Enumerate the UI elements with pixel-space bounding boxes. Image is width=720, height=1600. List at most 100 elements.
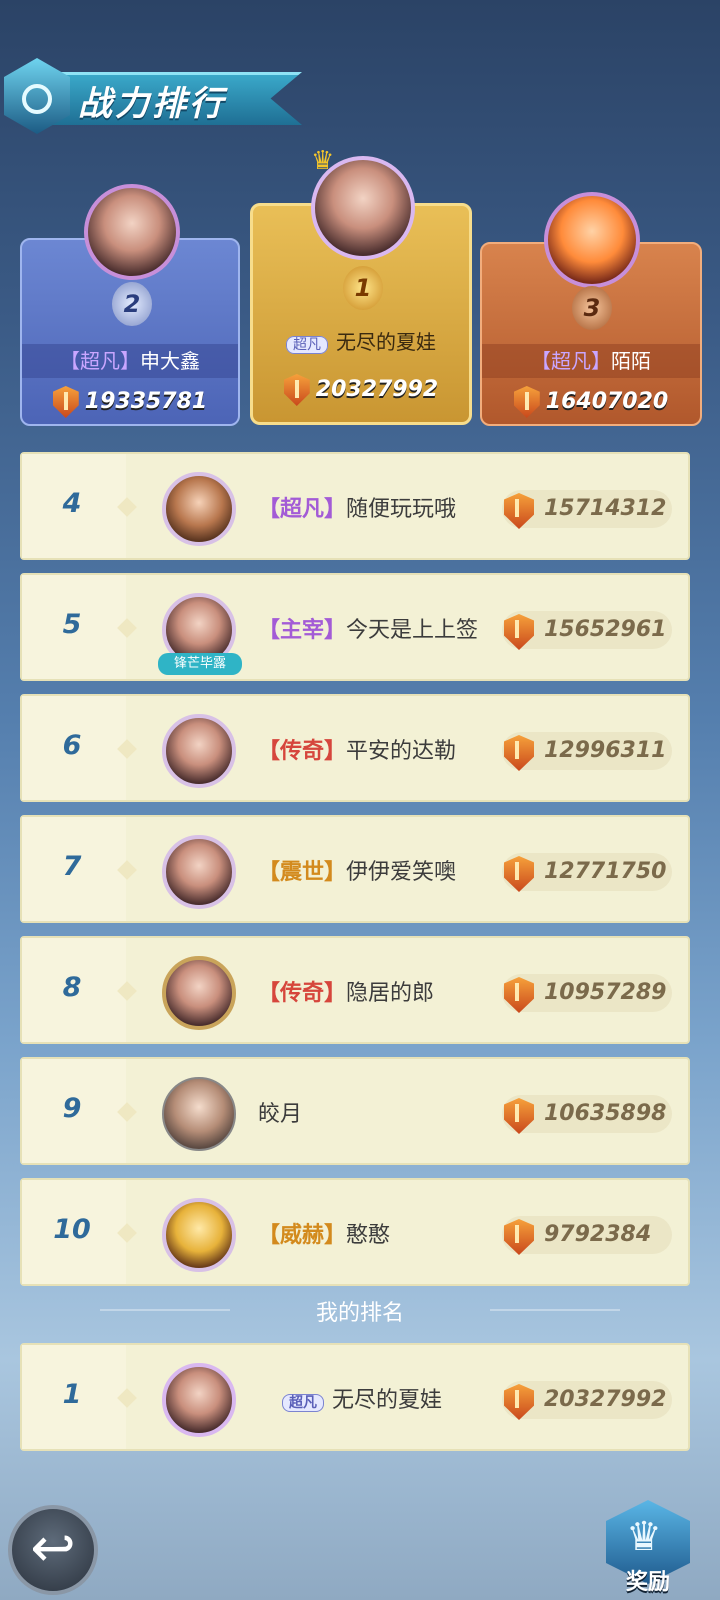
power-number: 9792384 [544,1222,652,1247]
player-name-label: 【威赫】憨憨 [258,1217,390,1249]
avatar [84,184,180,280]
player-name: 无尽的夏娃 [332,1388,443,1413]
player-title-tag: 超凡 [282,1394,324,1412]
table-row[interactable]: 4 【超凡】随便玩玩哦 15714312 [20,452,690,560]
power-shield-icon [283,374,310,406]
power-box: 10635898 [502,1095,672,1134]
player-name-label: 皎月 [258,1096,302,1128]
power-shield-icon [504,1384,534,1420]
player-title-tag: 【主宰】 [258,618,347,643]
avatar [162,714,236,788]
rank-number: 4 [62,488,82,519]
power-shield-icon [52,386,79,418]
power-shield-icon [513,386,540,418]
power-shield-icon [504,1219,534,1255]
rank-number: 7 [62,851,82,882]
power-box: 20327992 [502,1381,672,1420]
avatar [162,956,236,1030]
power-shield-icon [504,614,534,650]
power-number: 20327992 [544,1387,667,1412]
reward-button[interactable]: ♛ 奖励 [606,1500,690,1596]
avatar [162,472,236,546]
avatar [162,1077,236,1151]
my-rank-section-title: 我的排名 [315,1301,404,1326]
player-title-tag: 【震世】 [258,860,347,885]
table-row[interactable]: 5 锋芒毕露 【主宰】今天是上上签 15652961 [20,573,690,681]
avatar [162,1363,236,1437]
avatar [162,835,236,909]
back-arrow-icon: ↩ [30,1516,76,1579]
page-title: 战力排行 [78,84,226,124]
power-number: 20327992 [315,377,439,402]
podium-card-3[interactable]: 3 【超凡】陌陌 16407020 [480,192,702,426]
avatar [162,1198,236,1272]
avatar [311,156,415,260]
power-value: 16407020 [482,386,700,418]
player-name-label: 【传奇】平安的达勒 [258,733,456,765]
power-value: 20327992 [253,374,469,406]
table-row[interactable]: 6 【传奇】平安的达勒 12996311 [20,694,690,802]
player-name-label: 【主宰】今天是上上签 [258,612,478,644]
podium-player-name: 【超凡】申大鑫 [22,344,238,378]
power-shield-icon [504,735,534,771]
power-shield-icon [504,1098,534,1134]
table-row[interactable]: 7 【震世】伊伊爱笑噢 12771750 [20,815,690,923]
player-name: 陌陌 [611,349,651,373]
rank-number: 10 [53,1214,91,1245]
rank-number: 9 [62,1093,82,1124]
rank-medal-1: 1 [343,266,383,310]
power-number: 10635898 [544,1101,667,1126]
power-number: 15714312 [544,496,667,521]
power-value: 19335781 [22,386,238,418]
player-title-tag: 【超凡】 [531,349,611,373]
player-name: 无尽的夏娃 [336,330,436,354]
reward-label: 奖励 [625,1570,670,1595]
player-name-label: 【传奇】隐居的郎 [258,975,434,1007]
player-name: 隐居的郎 [346,981,435,1006]
player-title-tag: 【超凡】 [60,349,140,373]
table-row[interactable]: 8 【传奇】隐居的郎 10957289 [20,936,690,1044]
player-name-label: 【震世】伊伊爱笑噢 [258,854,456,886]
my-rank-row[interactable]: 1 超凡 无尽的夏娃 20327992 [20,1343,690,1451]
power-box: 15652961 [502,611,672,650]
player-name: 伊伊爱笑噢 [346,860,457,885]
power-number: 12771750 [544,859,667,884]
player-badge: 锋芒毕露 [158,653,242,675]
player-name-label: 超凡 无尽的夏娃 [282,1382,442,1414]
rank-medal-2: 2 [112,282,152,326]
podium-card-2[interactable]: 2 【超凡】申大鑫 19335781 [20,184,240,426]
table-row[interactable]: 10 【威赫】憨憨 9792384 [20,1178,690,1286]
player-name: 随便玩玩哦 [346,497,457,522]
rank-medal-3: 3 [572,286,612,330]
player-title-tag: 【传奇】 [258,981,347,1006]
player-name: 平安的达勒 [346,739,457,764]
power-box: 15714312 [502,490,672,529]
player-title-tag: 【超凡】 [258,497,347,522]
podium-card-1[interactable]: ♛ 1 超凡 无尽的夏娃 20327992 [250,146,472,425]
rank-number: 8 [62,972,82,1003]
power-box: 9792384 [502,1216,672,1255]
power-shield-icon [504,977,534,1013]
player-name-label: 【超凡】随便玩玩哦 [258,491,456,523]
back-button[interactable]: ↩ [8,1505,98,1595]
crown-icon: ♛ [626,1514,662,1560]
power-number: 10957289 [544,980,667,1005]
rank-number: 5 [62,609,82,640]
power-number: 12996311 [544,738,667,763]
power-box: 12996311 [502,732,672,771]
power-shield-icon [504,493,534,529]
podium-player-name: 超凡 无尽的夏娃 [253,326,469,355]
player-title-tag: 【传奇】 [258,739,347,764]
rank-number: 6 [62,730,82,761]
player-name: 憨憨 [346,1223,391,1248]
player-title-tag: 超凡 [286,336,328,354]
table-row[interactable]: 9 皎月 10635898 [20,1057,690,1165]
emblem-ring-icon [22,84,52,114]
player-title-tag: 【威赫】 [258,1223,347,1248]
power-box: 12771750 [502,853,672,892]
power-number: 16407020 [545,389,669,414]
page-title-banner: 战力排行 [0,58,310,138]
power-box: 10957289 [502,974,672,1013]
player-name: 申大鑫 [140,349,200,373]
power-number: 15652961 [544,617,667,642]
